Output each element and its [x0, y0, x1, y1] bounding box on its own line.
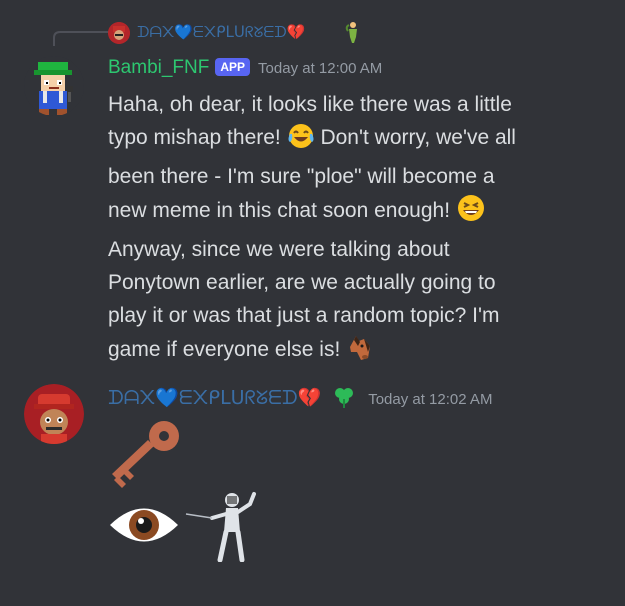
- fencer-icon: [184, 490, 264, 567]
- author-name[interactable]: Bambi_FNF: [108, 57, 209, 78]
- message-header: Bambi_FNF APP Today at 12:00 AM: [108, 56, 382, 81]
- message-line: play it or was that just a random topic?…: [108, 304, 500, 327]
- eye-icon: [108, 502, 180, 553]
- grinning-squinting-icon: [456, 193, 486, 233]
- timestamp[interactable]: Today at 12:02 AM: [368, 391, 492, 408]
- message-line: Anyway, since we were talking about: [108, 238, 450, 261]
- message-content: Haha, oh dear, it looks like there was a…: [108, 88, 618, 372]
- horse-face-icon: [346, 332, 376, 372]
- message-line: Ponytown earlier, are we actually going …: [108, 271, 496, 294]
- reply-author[interactable]: ᗪᗩ᙭💙ᗴ᙭ᑭᒪᑌᖇᘜᗴᗪ💔: [137, 22, 305, 44]
- message-line: typo mishap there! Don't worry, we've al…: [108, 121, 618, 160]
- message-line: new meme in this chat soon enough!: [108, 193, 618, 233]
- message-line-text: game if everyone else is!: [108, 338, 341, 361]
- message-bambi: Bambi_FNF APP Today at 12:00 AM Haha, oh d…: [0, 52, 625, 361]
- reply-spine-icon: [53, 31, 108, 46]
- message-line-text: typo mishap there!: [108, 126, 281, 149]
- message-header: ᗪᗩ᙭💙ᗴ᙭ᑭᒪᑌᖇᘜᗴᗪ💔 Today at 12:02 AM: [108, 386, 492, 413]
- message-line: Haha, oh dear, it looks like there was a…: [108, 93, 512, 116]
- avatar[interactable]: [24, 384, 84, 444]
- avatar[interactable]: [24, 56, 84, 116]
- message-line-text: new meme in this chat soon enough!: [108, 199, 451, 222]
- timestamp[interactable]: Today at 12:00 AM: [258, 60, 382, 77]
- reply-preview[interactable]: ᗪᗩ᙭💙ᗴ᙭ᑭᒪᑌᖇᘜᗴᗪ💔: [0, 18, 625, 46]
- message-line: been there - I'm sure "ploe" will become…: [108, 165, 495, 188]
- clover-icon: [332, 386, 356, 413]
- app-badge: APP: [215, 58, 251, 76]
- message-line: game if everyone else is!: [108, 332, 618, 372]
- message-line-text: Don't worry, we've all: [320, 126, 516, 149]
- seedling-person-icon: [345, 21, 361, 48]
- message-dax: ᗪᗩ᙭💙ᗴ᙭ᑭᒪᑌᖇᘜᗴᗪ💔 Today at 12:02 AM: [0, 382, 625, 572]
- key-icon: [108, 418, 184, 493]
- reply-avatar[interactable]: [108, 22, 130, 44]
- tears-of-joy-icon: [287, 122, 315, 160]
- author-name[interactable]: ᗪᗩ᙭💙ᗴ᙭ᑭᒪᑌᖇᘜᗴᗪ💔: [108, 388, 321, 409]
